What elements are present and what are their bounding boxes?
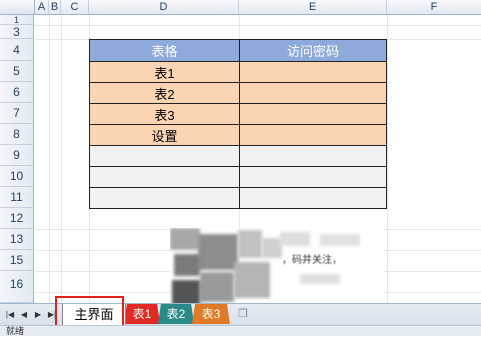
table-cell-password[interactable] (239, 145, 387, 167)
row-header-9[interactable]: 9 (0, 145, 34, 166)
column-header-b[interactable]: B (49, 0, 61, 14)
tab-sheet2[interactable]: 表2 (158, 304, 194, 324)
column-header-e[interactable]: E (239, 0, 387, 14)
first-sheet-icon[interactable]: |◀ (4, 309, 16, 321)
tab-sheet3[interactable]: 表3 (192, 304, 230, 324)
table-row: 表3 (89, 103, 387, 125)
row-header-7[interactable]: 7 (0, 103, 34, 124)
table-cell-name[interactable] (89, 145, 240, 167)
table-cell-password[interactable] (239, 82, 387, 104)
table-cell-password[interactable] (239, 187, 387, 209)
select-all-corner[interactable] (0, 0, 35, 14)
status-text: 就绪 (6, 326, 25, 336)
column-header-d[interactable]: D (89, 0, 239, 14)
tab-sheet1[interactable]: 表1 (124, 304, 160, 324)
row-header-16[interactable]: 16 (0, 271, 34, 303)
status-bar: 就绪 (0, 325, 481, 336)
column-header-a[interactable]: A (35, 0, 49, 14)
spreadsheet-grid[interactable]: A B C D E F 1 3 4 5 6 7 8 9 10 11 12 13 … (0, 0, 481, 309)
blurred-embedded-image[interactable] (170, 228, 384, 308)
table-row (89, 187, 387, 209)
password-table: 表格 访问密码 表1 表2 表3 设置 (89, 39, 387, 209)
table-row: 表2 (89, 82, 387, 104)
row-header-5[interactable]: 5 (0, 61, 34, 82)
column-header-c[interactable]: C (61, 0, 89, 14)
table-cell-password[interactable] (239, 103, 387, 125)
table-cell-name[interactable]: 表2 (89, 82, 240, 104)
row-header-3[interactable]: 3 (0, 25, 34, 39)
table-cell-name[interactable] (89, 166, 240, 188)
table-cell-name[interactable] (89, 187, 240, 209)
table-header-sheet[interactable]: 表格 (89, 39, 240, 62)
table-row (89, 145, 387, 167)
row-header-11[interactable]: 11 (0, 187, 34, 208)
table-cell-password[interactable] (239, 124, 387, 146)
row-header-8[interactable]: 8 (0, 124, 34, 145)
row-header-13[interactable]: 13 (0, 229, 34, 250)
table-cell-name[interactable]: 表1 (89, 61, 240, 83)
row-header-12[interactable]: 12 (0, 208, 34, 229)
next-sheet-icon[interactable]: ▶ (32, 309, 44, 321)
column-header-f[interactable]: F (387, 0, 481, 14)
blurred-image-caption: ，码并关注， (282, 255, 342, 266)
table-cell-password[interactable] (239, 166, 387, 188)
insert-sheet-icon[interactable]: ❐ (234, 308, 252, 322)
row-header-10[interactable]: 10 (0, 166, 34, 187)
row-header-1[interactable]: 1 (0, 15, 34, 25)
table-cell-name[interactable]: 表3 (89, 103, 240, 125)
table-cell-name[interactable]: 设置 (89, 124, 240, 146)
row-header-4[interactable]: 4 (0, 39, 34, 61)
prev-sheet-icon[interactable]: ◀ (18, 309, 30, 321)
row-header-15[interactable]: 15 (0, 250, 34, 271)
table-row: 表1 (89, 61, 387, 83)
table-header-row: 表格 访问密码 (89, 39, 387, 62)
table-cell-password[interactable] (239, 61, 387, 83)
table-row: 设置 (89, 124, 387, 146)
column-header-bar: A B C D E F (0, 0, 481, 15)
table-row (89, 166, 387, 188)
table-header-password[interactable]: 访问密码 (239, 39, 387, 62)
row-header-6[interactable]: 6 (0, 82, 34, 103)
